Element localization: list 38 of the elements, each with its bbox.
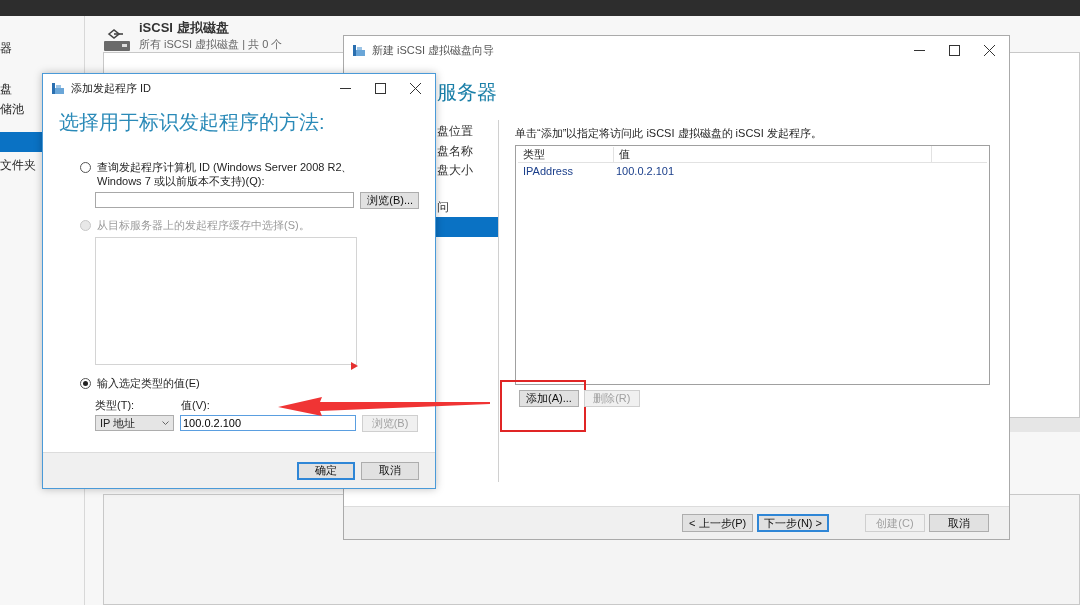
button[interactable]: 确定 — [297, 461, 355, 480]
radio-button[interactable] — [80, 378, 91, 389]
window-title: 新建 iSCSI 虚拟磁盘向导 — [372, 42, 495, 58]
button[interactable]: 取消 — [361, 461, 419, 480]
maximize-icon[interactable] — [949, 44, 960, 56]
radio-button[interactable] — [80, 162, 91, 173]
wizard-heading: 服务器 — [437, 79, 497, 105]
close-icon[interactable] — [984, 44, 995, 56]
window-icon — [352, 43, 366, 57]
caret-icon — [162, 421, 169, 425]
value-label: 值(V): — [181, 398, 211, 413]
button[interactable]: 下一步(N) > — [757, 514, 829, 532]
type-dropdown[interactable]: IP 地址 — [95, 415, 174, 431]
dialog-heading: 选择用于标识发起程序的方法: — [58, 110, 326, 135]
option-label: 输入选定类型的值(E) — [97, 376, 201, 390]
button[interactable]: < 上一步(P) — [682, 514, 754, 532]
maximize-icon[interactable] — [375, 82, 386, 94]
option-label: 从目标服务器上的发起程序缓存中选择(S)。 — [97, 218, 311, 232]
table-cell-text: IPAddress — [522, 165, 574, 177]
computer-id-field[interactable] — [95, 192, 355, 208]
column-header[interactable]: 类型 — [518, 146, 613, 162]
triangle-marker — [351, 362, 358, 370]
instruction-text: 单击“添加”以指定将访问此 iSCSI 虚拟磁盘的 iSCSI 发起程序。 — [515, 126, 823, 140]
section-title: iSCSI 虚拟磁盘 — [139, 19, 230, 37]
sidebar-item[interactable]: 器 — [0, 38, 84, 58]
option-label: 查询发起程序计算机 ID (Windows Server 2008 R2、Windows 7 或以前版本不支持)(Q): — [97, 160, 354, 188]
add-button[interactable]: 添加(A)... — [519, 390, 579, 407]
window-icon — [51, 81, 65, 95]
window-title: 添加发起程序 ID — [71, 80, 152, 96]
browse-button[interactable]: 浏览(B)... — [360, 192, 419, 209]
close-icon[interactable] — [410, 82, 421, 94]
value-field[interactable]: 100.0.2.100 — [180, 415, 356, 431]
section-subtitle: 所有 iSCSI 虚拟磁盘 | 共 0 个 — [139, 37, 283, 52]
column-header[interactable]: 值 — [613, 146, 931, 162]
button[interactable]: 取消 — [929, 514, 989, 532]
disk-icon — [103, 28, 131, 52]
type-label: 类型(T): — [95, 398, 136, 413]
table-cell-text: 100.0.2.101 — [615, 165, 675, 177]
